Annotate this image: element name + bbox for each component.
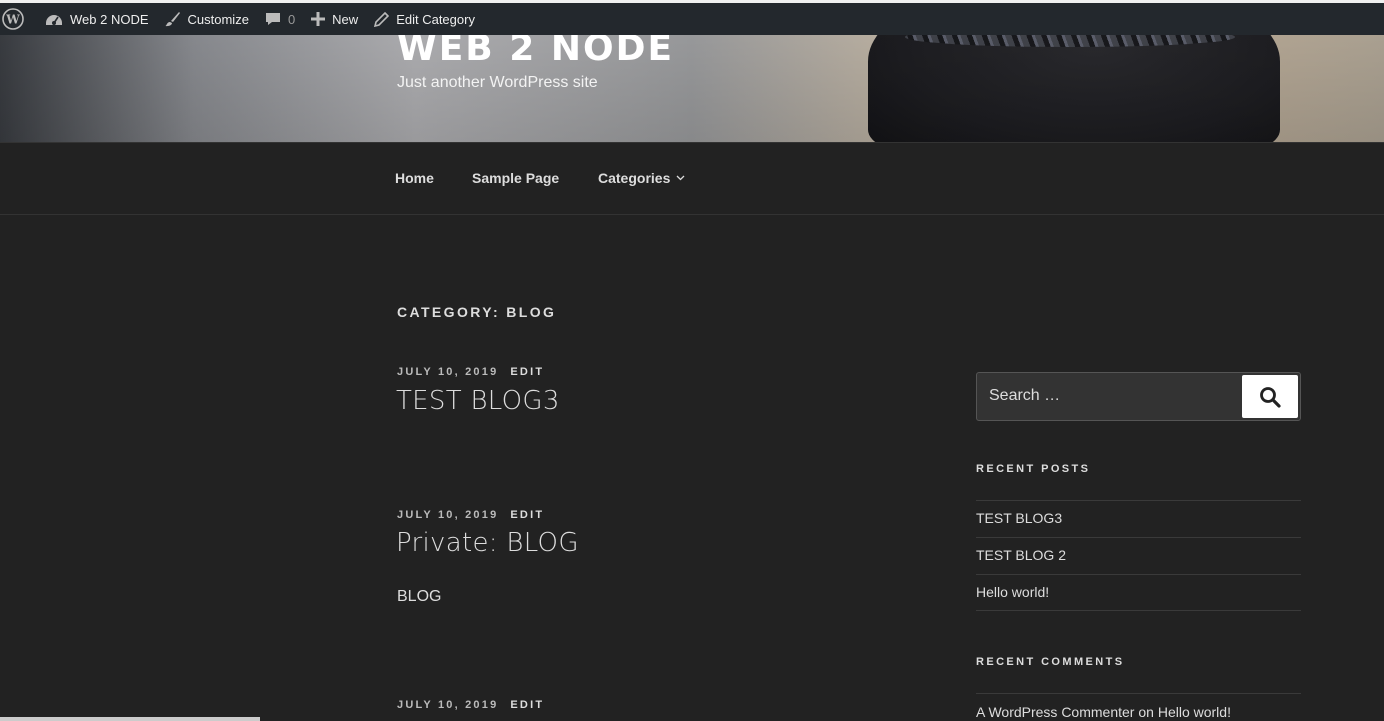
main-navigation: Home Sample Page Categories	[0, 142, 1384, 215]
search-button[interactable]	[1242, 375, 1298, 418]
post-edit-link[interactable]: EDIT	[510, 366, 544, 378]
list-item[interactable]: TEST BLOG 2	[976, 537, 1301, 574]
nav-item-categories[interactable]: Categories	[598, 170, 685, 186]
customize-link[interactable]: Customize	[157, 3, 257, 35]
chevron-down-icon	[676, 175, 685, 181]
new-label: New	[332, 11, 359, 27]
list-item[interactable]: Hello world!	[976, 574, 1301, 611]
nav-item-sample-page[interactable]: Sample Page	[472, 170, 559, 186]
comments-link[interactable]: 0	[257, 3, 303, 35]
post-date[interactable]: JULY 10, 2019	[397, 509, 498, 521]
new-content-menu[interactable]: New	[303, 3, 366, 35]
search-icon	[1260, 386, 1281, 408]
wordpress-logo-menu[interactable]: W	[0, 3, 37, 35]
post-meta: JULY 10, 2019 EDIT	[397, 509, 544, 521]
svg-text:W: W	[5, 13, 20, 27]
search-input[interactable]: Search …	[989, 387, 1060, 405]
recent-comment-item: A WordPress Commenter on Hello world!	[976, 693, 1301, 720]
nav-item-home[interactable]: Home	[395, 170, 434, 186]
search-form: Search …	[976, 372, 1301, 421]
page-title: CATEGORY: BLOG	[397, 304, 557, 320]
post-excerpt: BLOG	[397, 588, 442, 605]
pencil-icon	[374, 11, 390, 27]
site-name-label: Web 2 NODE	[70, 11, 149, 27]
comment-on-text: on	[1138, 704, 1154, 720]
post-title[interactable]: Private: BLOG	[396, 528, 579, 558]
edit-category-label: Edit Category	[396, 11, 475, 27]
recent-posts-title: RECENT POSTS	[976, 463, 1091, 475]
edit-category-link[interactable]: Edit Category	[366, 3, 483, 35]
post-edit-link[interactable]: EDIT	[510, 509, 544, 521]
comment-author-link[interactable]: A WordPress Commenter	[976, 704, 1134, 720]
header-banner	[0, 35, 1384, 142]
post-meta: JULY 10, 2019 EDIT	[397, 699, 544, 711]
recent-posts-list: TEST BLOG3 TEST BLOG 2 Hello world!	[976, 500, 1301, 611]
post-title[interactable]: TEST BLOG3	[396, 386, 560, 416]
plus-icon	[311, 12, 326, 26]
comment-post-link[interactable]: Hello world!	[1158, 704, 1231, 720]
post-date[interactable]: JULY 10, 2019	[397, 366, 498, 378]
wordpress-icon: W	[2, 8, 24, 30]
admin-bar: W Web 2 NODE Customize 0 New Edit Catego…	[0, 0, 1384, 35]
comment-icon	[265, 13, 280, 25]
recent-comments-title: RECENT COMMENTS	[976, 656, 1125, 668]
customize-label: Customize	[187, 11, 249, 27]
post-meta: JULY 10, 2019 EDIT	[397, 366, 544, 378]
horizontal-scrollbar[interactable]	[0, 717, 260, 721]
comments-count: 0	[287, 11, 296, 27]
site-description: Just another WordPress site	[397, 74, 598, 91]
site-name-menu[interactable]: Web 2 NODE	[37, 3, 157, 35]
brush-icon	[165, 12, 180, 27]
list-item[interactable]: TEST BLOG3	[976, 500, 1301, 537]
post-edit-link[interactable]: EDIT	[510, 699, 544, 711]
post-date[interactable]: JULY 10, 2019	[397, 699, 498, 711]
dashboard-icon	[46, 15, 62, 25]
